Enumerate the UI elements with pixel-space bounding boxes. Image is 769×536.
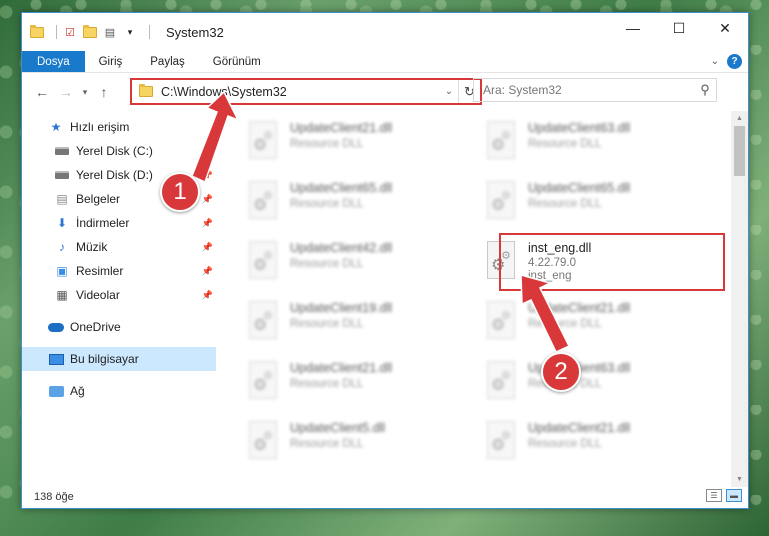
annotation-arrows [191,90,571,353]
callout-1: 1 [160,172,200,212]
arrow-2 [520,274,571,353]
callout-2: 2 [541,352,581,392]
arrow-1 [191,90,240,184]
